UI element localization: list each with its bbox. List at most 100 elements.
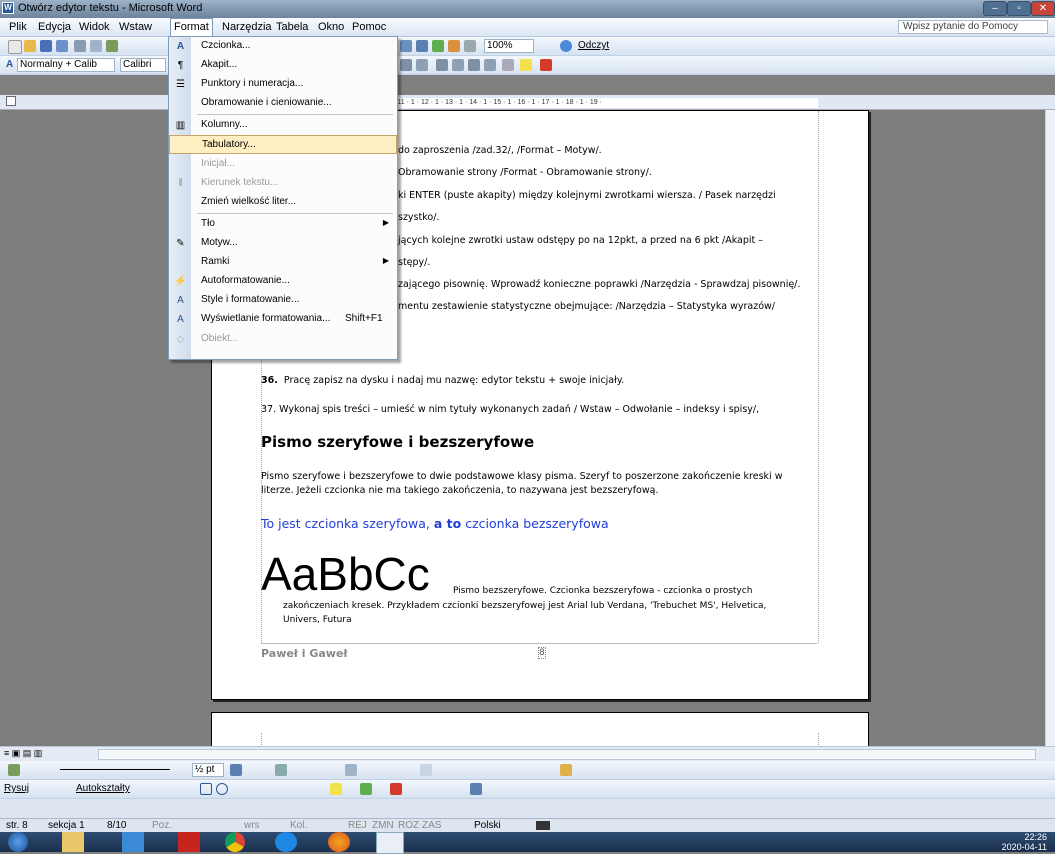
merge-cells-icon[interactable] bbox=[345, 764, 357, 776]
menu-item-motyw[interactable]: ✎ Motyw... bbox=[169, 234, 397, 253]
demo-emphasis: a to bbox=[433, 516, 462, 531]
line-style-icon[interactable] bbox=[60, 769, 170, 770]
menu-item-punktory[interactable]: ☰ Punktory i numeracja... bbox=[169, 75, 397, 94]
font-color-draw-icon[interactable] bbox=[390, 783, 402, 795]
menu-wstaw[interactable]: Wstaw bbox=[119, 21, 152, 33]
chrome-icon[interactable] bbox=[225, 832, 245, 852]
shadow-icon[interactable] bbox=[470, 783, 482, 795]
menu-item-zmien-wielkosc[interactable]: Zmień wielkość liter... bbox=[169, 193, 397, 212]
menu-item-czcionka[interactable]: A Czcionka... bbox=[169, 37, 397, 56]
status-line: wrs bbox=[244, 820, 260, 831]
rectangle-icon[interactable] bbox=[200, 783, 212, 795]
internet-explorer-icon[interactable] bbox=[275, 832, 297, 852]
spelling-status-icon[interactable] bbox=[536, 821, 550, 830]
menu-edycja[interactable]: Edycja bbox=[38, 21, 71, 33]
oval-icon[interactable] bbox=[216, 783, 228, 795]
read-mode-button[interactable]: Odczyt bbox=[578, 40, 609, 51]
clock-date: 2020-04-11 bbox=[1001, 842, 1047, 852]
line-color-icon[interactable] bbox=[360, 783, 372, 795]
menu-widok[interactable]: Widok bbox=[79, 21, 110, 33]
save-icon[interactable] bbox=[40, 40, 52, 52]
numbering-icon[interactable] bbox=[436, 59, 448, 71]
status-zas[interactable]: ZAS bbox=[422, 820, 441, 831]
menu-tabela[interactable]: Tabela bbox=[276, 21, 308, 33]
increase-indent-icon[interactable] bbox=[484, 59, 496, 71]
justify-icon[interactable] bbox=[400, 59, 412, 71]
close-button[interactable]: ✕ bbox=[1031, 1, 1055, 16]
help-icon[interactable] bbox=[560, 40, 572, 52]
task-37-text: 37. Wykonaj spis treści – umieść w nim t… bbox=[261, 404, 760, 415]
word-app-icon[interactable]: W bbox=[2, 2, 14, 14]
preview-icon[interactable] bbox=[90, 40, 102, 52]
menu-item-style[interactable]: A Style i formatowanie... bbox=[169, 291, 397, 310]
open-icon[interactable] bbox=[24, 40, 36, 52]
status-page: str. 8 bbox=[6, 820, 28, 831]
media-icon[interactable] bbox=[122, 832, 144, 852]
explorer-icon[interactable] bbox=[62, 832, 84, 852]
view-buttons-icon[interactable]: ≡ ▣ ▤ ▥ bbox=[4, 748, 42, 759]
caption-line: zakończeniach kresek. Przykładem czcionk… bbox=[283, 601, 767, 611]
highlight-icon[interactable] bbox=[520, 59, 532, 71]
vertical-scrollbar[interactable] bbox=[1045, 110, 1055, 746]
border-icon[interactable] bbox=[502, 59, 514, 71]
menu-item-wyswietlanie[interactable]: A Wyświetlanie formatowania... Shift+F1 bbox=[169, 310, 397, 329]
maximize-button[interactable]: ▫ bbox=[1007, 1, 1031, 16]
autoshapes-button[interactable]: Autokształty bbox=[76, 783, 130, 794]
menu-item-autoformatowanie[interactable]: ⚡ Autoformatowanie... bbox=[169, 272, 397, 291]
line-width-select[interactable]: ½ pt bbox=[192, 763, 224, 777]
status-language[interactable]: Polski bbox=[474, 820, 501, 831]
permission-icon[interactable] bbox=[56, 40, 68, 52]
new-icon[interactable] bbox=[8, 40, 22, 54]
style-select[interactable]: Normalny + Calib bbox=[17, 58, 115, 72]
horizontal-scrollbar[interactable]: ≡ ▣ ▤ ▥ bbox=[0, 746, 1055, 761]
menu-item-akapit[interactable]: ¶ Akapit... bbox=[169, 56, 397, 75]
bullets-icon[interactable] bbox=[452, 59, 464, 71]
print-icon[interactable] bbox=[74, 40, 86, 52]
status-zmn[interactable]: ZMN bbox=[372, 820, 394, 831]
menu-narzedzia[interactable]: Narzędzia bbox=[222, 21, 272, 33]
styles-icon[interactable]: A bbox=[6, 59, 13, 70]
minimize-button[interactable]: – bbox=[983, 1, 1007, 16]
border-color-icon[interactable] bbox=[230, 764, 242, 776]
zoom-select[interactable]: 100% bbox=[484, 39, 534, 53]
menu-pomoc[interactable]: Pomoc bbox=[352, 21, 386, 33]
menu-item-tlo[interactable]: Tło ▶ bbox=[169, 215, 397, 234]
bullets-numbering-icon: ☰ bbox=[176, 79, 185, 90]
menu-item-tabulatory[interactable]: Tabulatory... bbox=[169, 135, 397, 154]
menu-okno[interactable]: Okno bbox=[318, 21, 344, 33]
menu-item-ramki[interactable]: Ramki ▶ bbox=[169, 253, 397, 272]
draw-menu-button[interactable]: Rysuj bbox=[4, 783, 29, 794]
start-button[interactable] bbox=[8, 832, 28, 852]
spelling-icon[interactable] bbox=[106, 40, 118, 52]
system-clock[interactable]: 22:26 2020-04-11 bbox=[1002, 832, 1047, 852]
docmap-icon[interactable] bbox=[448, 40, 460, 52]
tab-selector-icon[interactable] bbox=[6, 96, 16, 106]
table-draw-icon[interactable] bbox=[8, 764, 20, 776]
format-menu: A Czcionka... ¶ Akapit... ☰ Punktory i nume… bbox=[168, 36, 398, 360]
pdf-reader-icon[interactable] bbox=[178, 832, 200, 852]
drawing-icon[interactable] bbox=[432, 40, 444, 52]
menu-item-kolumny[interactable]: ▥ Kolumny... bbox=[169, 116, 397, 135]
paragraph-icon: ¶ bbox=[177, 60, 184, 71]
scroll-thumb[interactable] bbox=[98, 749, 1036, 760]
sort-icon[interactable] bbox=[560, 764, 572, 776]
fill-color-icon[interactable] bbox=[330, 783, 342, 795]
align-icon[interactable] bbox=[420, 764, 432, 776]
menu-item-obramowanie[interactable]: Obramowanie i cieniowanie... bbox=[169, 94, 397, 113]
menu-plik[interactable]: Plik bbox=[9, 21, 27, 33]
table-icon[interactable] bbox=[400, 40, 412, 52]
font-color-icon[interactable] bbox=[540, 59, 552, 71]
help-search-input[interactable]: Wpisz pytanie do Pomocy bbox=[898, 20, 1048, 34]
columns-icon[interactable] bbox=[416, 40, 428, 52]
decrease-indent-icon[interactable] bbox=[468, 59, 480, 71]
font-select[interactable]: Calibri bbox=[120, 58, 166, 72]
line-spacing-icon[interactable] bbox=[416, 59, 428, 71]
menu-format[interactable]: Format bbox=[170, 18, 213, 36]
styles-formatting-icon: A bbox=[177, 295, 184, 306]
shading-icon[interactable] bbox=[275, 764, 287, 776]
status-rej[interactable]: REJ bbox=[348, 820, 367, 831]
firefox-icon[interactable] bbox=[328, 832, 350, 852]
word-taskbar-icon[interactable] bbox=[376, 832, 404, 854]
status-roz[interactable]: ROZ bbox=[398, 820, 419, 831]
show-hide-icon[interactable] bbox=[464, 40, 476, 52]
